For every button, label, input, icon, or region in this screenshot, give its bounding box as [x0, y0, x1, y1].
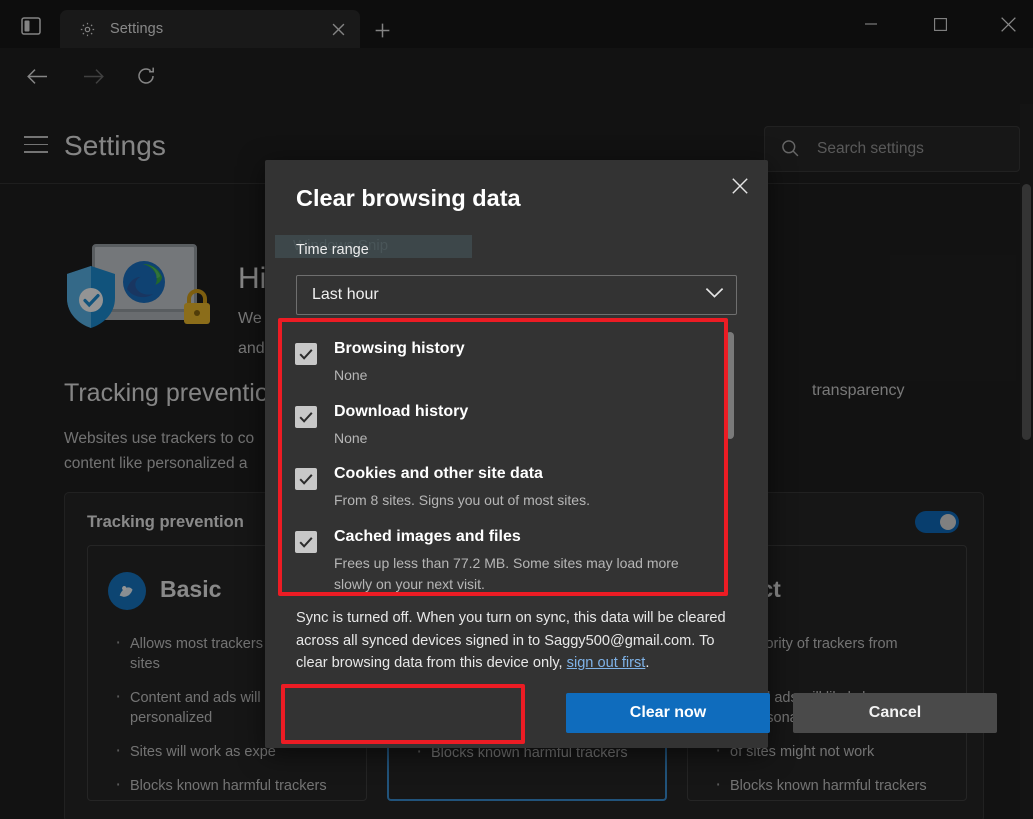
cancel-button[interactable]: Cancel	[793, 693, 997, 733]
sync-note-period: .	[645, 655, 649, 671]
sync-note-text: Sync is turned off. When you turn on syn…	[296, 610, 726, 671]
sign-out-first-link[interactable]: sign out first	[567, 655, 646, 671]
clear-now-highlight	[281, 684, 525, 744]
dialog-title: Clear browsing data	[296, 185, 521, 212]
time-range-label: Time range	[296, 242, 369, 258]
clear-now-button[interactable]: Clear now	[566, 693, 770, 733]
time-range-value: Last hour	[312, 286, 705, 304]
time-range-select[interactable]: Last hour	[296, 275, 737, 315]
chevron-down-icon	[705, 286, 724, 304]
close-icon[interactable]	[724, 170, 756, 202]
sync-note: Sync is turned off. When you turn on syn…	[296, 607, 740, 675]
data-types-highlight	[278, 318, 728, 596]
